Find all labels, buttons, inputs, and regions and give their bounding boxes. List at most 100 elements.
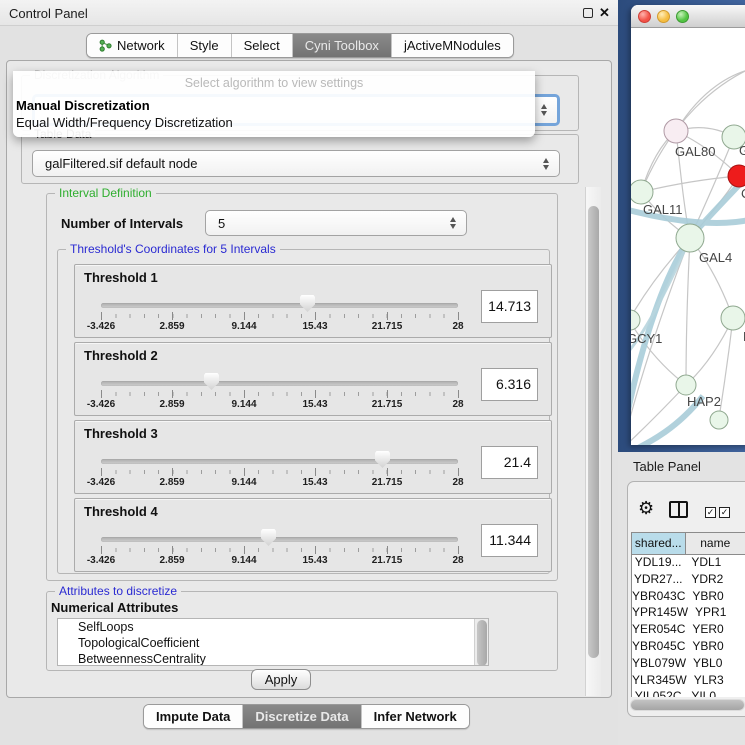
slider-thumb[interactable] (261, 529, 276, 546)
cell[interactable]: YER0 (685, 622, 745, 639)
threshold-slider[interactable] (101, 381, 458, 386)
table-row[interactable]: YBL079WYBL0 (632, 656, 745, 673)
tab-label: jActiveMNodules (404, 38, 501, 53)
columns-icon[interactable] (669, 501, 688, 518)
tab-cyni-toolbox[interactable]: Cyni Toolbox (293, 34, 392, 57)
table-row[interactable]: YBR043CYBR0 (632, 589, 745, 606)
cell[interactable]: YDR2 (684, 572, 745, 589)
node-selected-red[interactable] (728, 165, 745, 187)
tick-label: 15.43 (290, 555, 340, 566)
dropdown-option-equal-width[interactable]: Equal Width/Frequency Discretization (16, 115, 233, 130)
cell[interactable]: YIL0 (684, 689, 745, 697)
tab-impute-data[interactable]: Impute Data (144, 705, 243, 728)
list-item[interactable]: TopologicalCoefficient (58, 635, 488, 651)
node-gal4[interactable] (676, 224, 704, 252)
threshold-value[interactable]: 6.316 (481, 368, 538, 401)
node-gal80[interactable] (664, 119, 688, 143)
tab-style[interactable]: Style (178, 34, 232, 57)
node-label: C (741, 186, 745, 201)
network-graph[interactable]: GAL80 GA C GAL11 GAL4 GCY1 H HAP2 (631, 28, 745, 445)
cell[interactable]: YLR345W (632, 673, 687, 690)
apply-button[interactable]: Apply (251, 669, 311, 690)
cell[interactable]: YDL19... (632, 555, 684, 572)
node-bottom[interactable] (710, 411, 728, 429)
tab-discretize-data[interactable]: Discretize Data (243, 705, 361, 728)
gear-icon[interactable]: ⚙ (638, 498, 654, 519)
cell[interactable]: YBR0 (685, 639, 745, 656)
tab-select[interactable]: Select (232, 34, 293, 57)
node-table[interactable]: shared... name YDL19...YDL1 YDR27...YDR2… (631, 532, 745, 697)
tab-infer-network[interactable]: Infer Network (362, 705, 469, 728)
slider-thumb[interactable] (204, 373, 219, 390)
threshold-slider[interactable] (101, 537, 458, 542)
tab-label: Cyni Toolbox (305, 38, 379, 53)
node-gcy1[interactable] (631, 310, 640, 330)
dropdown-option-manual[interactable]: Manual Discretization (16, 98, 150, 113)
tick-label: 28 (433, 399, 483, 410)
content-scrollbar[interactable] (585, 187, 601, 696)
node-hap2[interactable] (676, 375, 696, 395)
table-row[interactable]: YLR345WYLR3 (632, 673, 745, 690)
column-header-shared-name[interactable]: shared... (632, 533, 686, 554)
cell[interactable]: YPR1 (688, 605, 745, 622)
float-window-icon[interactable] (583, 8, 593, 18)
scrollbar-thumb[interactable] (631, 700, 744, 710)
cell[interactable]: YBL0 (686, 656, 745, 673)
node-label: GAL11 (643, 202, 683, 217)
cell[interactable]: YBR043C (632, 589, 685, 606)
combo-stepper-icon (543, 158, 550, 170)
table-row[interactable]: YBR045CYBR0 (632, 639, 745, 656)
threshold-slider[interactable] (101, 303, 458, 308)
table-row[interactable]: YDL19...YDL1 (632, 555, 745, 572)
minimize-traffic-light-icon[interactable] (657, 10, 670, 23)
threshold-value[interactable]: 14.713 (481, 290, 538, 323)
checkbox-icon[interactable]: ✓ (705, 507, 716, 518)
cell[interactable]: YBR0 (685, 589, 745, 606)
cell[interactable]: YER054C (632, 622, 685, 639)
num-intervals-combobox[interactable]: 5 (205, 210, 467, 236)
cell[interactable]: YDL1 (684, 555, 745, 572)
cell[interactable]: YBL079W (632, 656, 686, 673)
table-row[interactable]: YPR145WYPR1 (632, 605, 745, 622)
table-horizontal-scrollbar[interactable] (630, 699, 745, 711)
attributes-list[interactable]: SelfLoops TopologicalCoefficient Between… (57, 618, 489, 666)
cyni-toolbox-content: Discretization Algorithm Table Data galF… (6, 60, 612, 698)
close-icon[interactable]: ✕ (599, 5, 610, 21)
node-label: GAL80 (675, 144, 715, 159)
slider-thumb[interactable] (375, 451, 390, 468)
cell[interactable]: YLR3 (687, 673, 745, 690)
table-row[interactable]: YDR27...YDR2 (632, 572, 745, 589)
network-window-titlebar[interactable] (631, 5, 745, 28)
threshold-slider[interactable] (101, 459, 458, 464)
tab-jactivemnodules[interactable]: jActiveMNodules (392, 34, 513, 57)
threshold-1-panel: Threshold 1 -3.426 2.859 9.144 15.43 21.… (74, 264, 552, 338)
interval-definition-group: Interval Definition Number of Intervals … (46, 193, 558, 581)
checkbox-icon[interactable]: ✓ (719, 507, 730, 518)
cell[interactable]: YPR145W (632, 605, 688, 622)
list-item[interactable]: BetweennessCentrality (58, 651, 488, 666)
tab-label: Select (244, 38, 280, 53)
tab-network[interactable]: Network (87, 34, 178, 57)
tick-label: 9.144 (219, 477, 269, 488)
cell[interactable]: YIL052C (632, 689, 684, 697)
zoom-traffic-light-icon[interactable] (676, 10, 689, 23)
network-canvas[interactable]: GAL80 GA C GAL11 GAL4 GCY1 H HAP2 (631, 28, 745, 445)
node-h[interactable] (721, 306, 745, 330)
threshold-value[interactable]: 21.4 (481, 446, 538, 479)
slider-thumb[interactable] (300, 295, 315, 312)
list-scrollbar[interactable] (474, 619, 488, 665)
table-row[interactable]: YER054CYER0 (632, 622, 745, 639)
table-row[interactable]: YIL052CYIL0 (632, 689, 745, 697)
threshold-value[interactable]: 11.344 (481, 524, 538, 557)
combo-stepper-icon (541, 104, 548, 116)
node-gal11[interactable] (631, 180, 653, 204)
table-data-combobox[interactable]: galFiltered.sif default node (32, 150, 560, 177)
list-item[interactable]: SelfLoops (58, 619, 488, 635)
cell[interactable]: YBR045C (632, 639, 685, 656)
close-traffic-light-icon[interactable] (638, 10, 651, 23)
tick-marks (101, 470, 459, 474)
scrollbar-thumb[interactable] (588, 206, 599, 658)
column-header-name[interactable]: name (686, 533, 745, 554)
cell[interactable]: YDR27... (632, 572, 684, 589)
combo-stepper-icon (450, 217, 457, 229)
